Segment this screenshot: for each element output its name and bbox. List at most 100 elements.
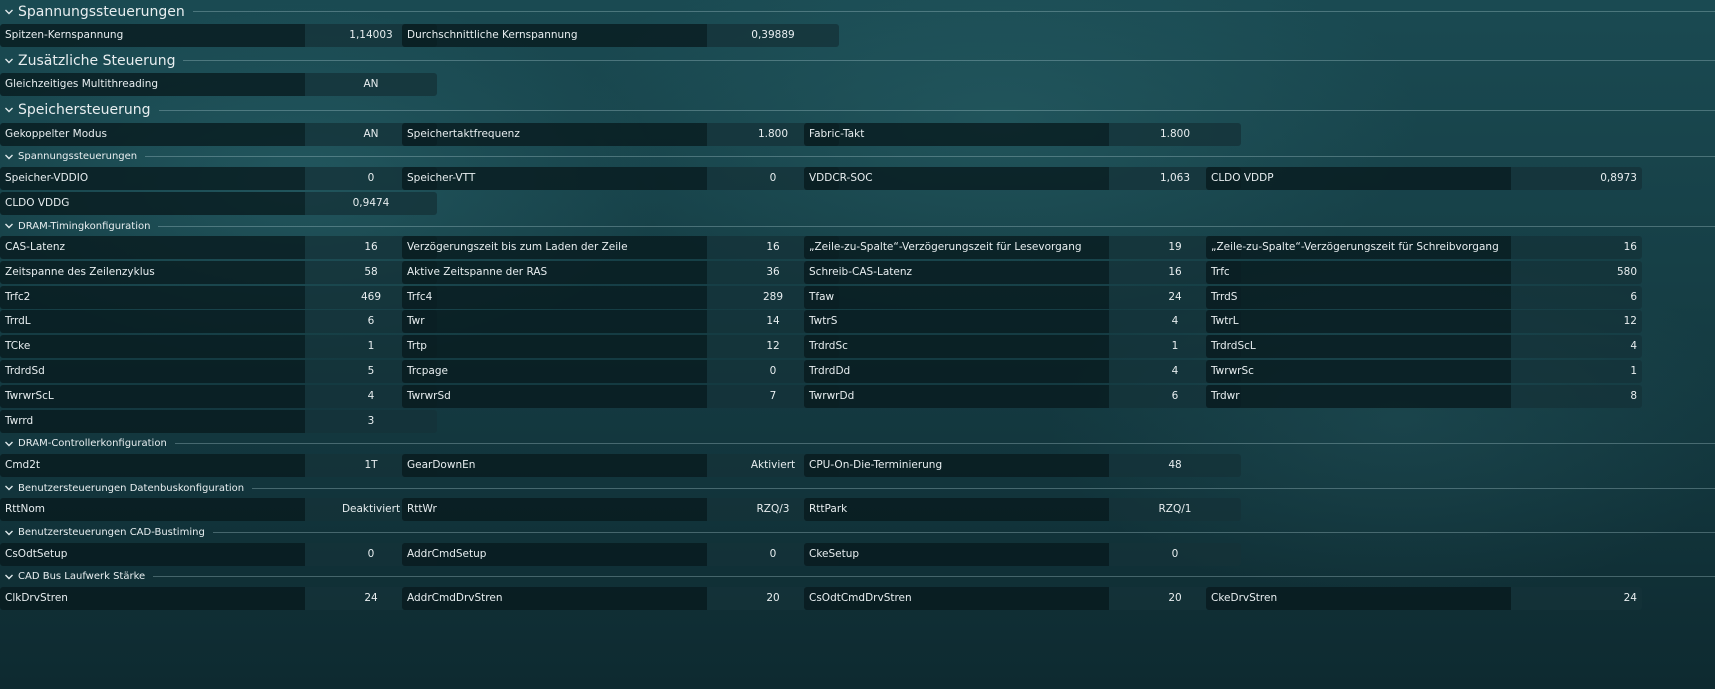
section-header[interactable]: Spannungssteuerungen (0, 0, 1715, 23)
setting-row: RttNom Deaktiviert (0, 498, 437, 522)
setting-label: TrdrdScL (1206, 335, 1511, 359)
setting-row: TwrwrSd 7 (402, 384, 839, 408)
setting-row: TrdrdScL 4 (1206, 335, 1642, 359)
section-header[interactable]: DRAM-Controllerkonfiguration (0, 435, 1715, 453)
setting-label: Trfc2 (0, 285, 305, 309)
setting-row: CsOdtSetup 0 (0, 542, 437, 566)
section-header[interactable]: Speichersteuerung (0, 99, 1715, 122)
setting-label: Gleichzeitiges Multithreading (0, 73, 305, 97)
setting-row: Aktive Zeitspanne der RAS 36 (402, 260, 839, 284)
setting-label: Tfaw (804, 285, 1109, 309)
section-divider (212, 532, 1715, 533)
section-header[interactable]: Zusätzliche Steuerung (0, 49, 1715, 72)
setting-value: 6 (1511, 285, 1642, 309)
setting-value: 1 (1511, 360, 1642, 383)
setting-row: Twrrd 3 (0, 409, 437, 433)
section-header[interactable]: DRAM-Timingkonfiguration (0, 217, 1715, 235)
setting-label: Trfc (1206, 260, 1511, 284)
setting-row: Tfaw 24 (804, 285, 1241, 309)
setting-label: TrdrdSc (804, 335, 1109, 359)
setting-label: Speicher-VDDIO (0, 166, 305, 190)
setting-row: TCke 1 (0, 335, 437, 359)
setting-label: VDDCR-SOC (804, 166, 1109, 190)
setting-value: 4 (1511, 335, 1642, 359)
setting-label: CLDO VDDG (0, 191, 305, 215)
setting-value: 24 (1511, 586, 1642, 610)
setting-label: Aktive Zeitspanne der RAS (402, 260, 707, 284)
chevron-down-icon[interactable] (4, 439, 14, 449)
setting-row: GearDownEn Aktiviert (402, 453, 839, 477)
setting-label: TwrwrSd (402, 384, 707, 408)
section-title: Spannungssteuerungen (18, 151, 138, 163)
setting-row: Trfc 580 (1206, 260, 1642, 284)
setting-row: CLDO VDDG 0,9474 (0, 191, 437, 215)
setting-row: Durchschnittliche Kernspannung 0,39889 (402, 24, 839, 47)
setting-label: RttWr (402, 498, 707, 522)
setting-value: AN (305, 73, 437, 97)
setting-row: Trfc4 289 (402, 285, 839, 309)
setting-row: Gekoppelter Modus AN (0, 122, 437, 146)
setting-value: 16 (1511, 236, 1642, 259)
section-title: Benutzersteuerungen Datenbuskonfiguratio… (18, 482, 245, 494)
section-header[interactable]: Benutzersteuerungen Datenbuskonfiguratio… (0, 479, 1715, 497)
setting-value: 3 (305, 409, 437, 433)
chevron-down-icon[interactable] (4, 7, 14, 17)
chevron-down-icon[interactable] (4, 221, 14, 231)
setting-row: Trcpage 0 (402, 360, 839, 383)
setting-label: Trtp (402, 335, 707, 359)
setting-label: TrrdL (0, 310, 305, 334)
section-title: Speichersteuerung (18, 102, 151, 119)
setting-row: Trfc2 469 (0, 285, 437, 309)
section-title: Spannungssteuerungen (18, 3, 185, 20)
section-divider (145, 156, 1715, 158)
setting-label: Durchschnittliche Kernspannung (402, 24, 707, 47)
setting-label: Verzögerungszeit bis zum Laden der Zeile (402, 236, 707, 259)
setting-row: „Zeile-zu-Spalte“-Verzögerungszeit für L… (804, 236, 1241, 259)
setting-label: Zeitspanne des Zeilenzyklus (0, 260, 305, 284)
setting-label: „Zeile-zu-Spalte“-Verzögerungszeit für L… (804, 236, 1109, 259)
section-divider (192, 11, 1715, 12)
chevron-down-icon[interactable] (4, 483, 14, 493)
setting-row: TwrwrScL 4 (0, 384, 437, 408)
setting-value: 8 (1511, 384, 1642, 408)
setting-row: Fabric-Takt 1.800 (804, 122, 1241, 146)
setting-label: ClkDrvStren (0, 586, 305, 610)
section-header[interactable]: Spannungssteuerungen (0, 148, 1715, 166)
chevron-down-icon[interactable] (4, 56, 14, 66)
setting-value: 580 (1511, 260, 1642, 284)
setting-label: TwtrS (804, 310, 1109, 334)
setting-label: Twrrd (0, 409, 305, 433)
setting-label: TrdrdDd (804, 360, 1109, 383)
setting-row: Gleichzeitiges Multithreading AN (0, 73, 437, 97)
setting-value: 12 (1511, 310, 1642, 334)
chevron-down-icon[interactable] (4, 152, 14, 162)
section-header[interactable]: Benutzersteuerungen CAD-Bustiming (0, 524, 1715, 542)
section-divider (158, 225, 1715, 227)
setting-value: 0 (1109, 542, 1241, 566)
setting-label: Spitzen-Kernspannung (0, 24, 305, 47)
setting-row: TrdrdDd 4 (804, 360, 1241, 383)
setting-label: TrdrdSd (0, 360, 305, 383)
setting-row: Spitzen-Kernspannung 1,14003 (0, 24, 437, 47)
setting-label: CPU-On-Die-Terminierung (804, 453, 1109, 477)
setting-label: GearDownEn (402, 453, 707, 477)
setting-label: Fabric-Takt (804, 122, 1109, 146)
chevron-down-icon[interactable] (4, 105, 14, 115)
setting-row: Speicher-VTT 0 (402, 166, 839, 190)
section-title: DRAM-Timingkonfiguration (18, 220, 151, 232)
setting-value: 0,9474 (305, 191, 437, 215)
section-header[interactable]: CAD Bus Laufwerk Stärke (0, 568, 1715, 586)
setting-label: Trfc4 (402, 285, 707, 309)
setting-label: CkeSetup (804, 542, 1109, 566)
setting-label: CsOdtSetup (0, 542, 305, 566)
chevron-down-icon[interactable] (4, 528, 14, 538)
setting-row: AddrCmdSetup 0 (402, 542, 839, 566)
setting-row: Schreib-CAS-Latenz 16 (804, 260, 1241, 284)
section-title: DRAM-Controllerkonfiguration (18, 438, 167, 450)
setting-row: Zeitspanne des Zeilenzyklus 58 (0, 260, 437, 284)
section-divider (153, 576, 1715, 578)
section-title: CAD Bus Laufwerk Stärke (18, 571, 146, 583)
setting-row: CLDO VDDP 0,8973 (1206, 166, 1642, 190)
chevron-down-icon[interactable] (4, 572, 14, 582)
setting-label: TCke (0, 335, 305, 359)
